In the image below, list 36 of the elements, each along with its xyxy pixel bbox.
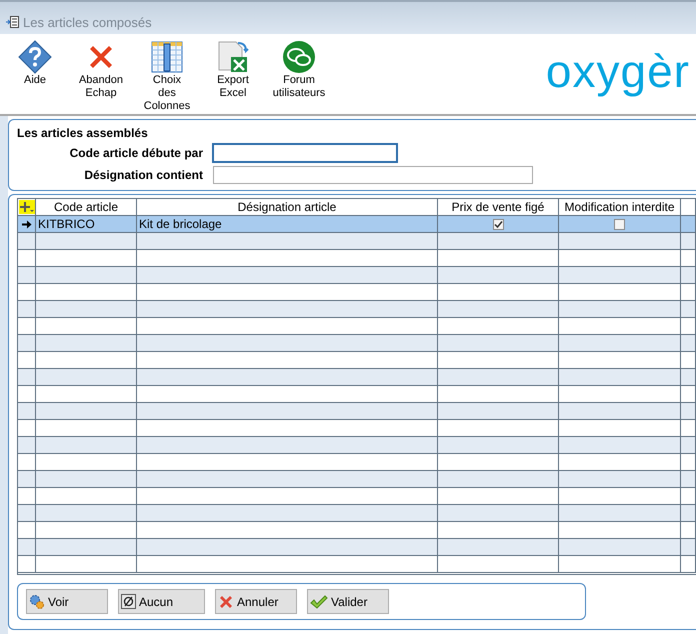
- gears-icon: [29, 594, 45, 610]
- column-header[interactable]: Prix de vente figé: [438, 199, 559, 215]
- row-pointer-icon: [22, 220, 32, 228]
- table-row[interactable]: KITBRICO Kit de bricolage: [18, 216, 696, 233]
- empty-set-icon: [121, 594, 136, 609]
- panel-title: Les articles assemblés: [17, 126, 149, 140]
- action-button[interactable]: Aucun: [118, 589, 205, 614]
- toolbar-button[interactable]: Choix des Colonnes: [140, 40, 194, 113]
- close-icon: [218, 594, 234, 610]
- logo: oxygèr: [546, 46, 690, 96]
- action-button[interactable]: Valider: [307, 589, 389, 614]
- column-header[interactable]: Modification interdite: [559, 199, 681, 215]
- action-button[interactable]: Annuler: [215, 589, 297, 614]
- help-icon: [18, 40, 52, 74]
- input-field[interactable]: [213, 166, 533, 184]
- table-cell: KITBRICO: [36, 216, 137, 232]
- column-header[interactable]: Code article: [36, 199, 137, 215]
- window-icon: [6, 16, 19, 28]
- checkbox[interactable]: [492, 218, 504, 230]
- checkbox[interactable]: [614, 218, 625, 230]
- action-button[interactable]: Voir: [26, 589, 108, 614]
- field-label: Désignation contient: [83, 168, 203, 182]
- checkmark-icon: [310, 594, 328, 610]
- toolbar-button[interactable]: Aide: [8, 40, 62, 87]
- input-field[interactable]: [213, 144, 397, 162]
- toolbar-button[interactable]: Forum utilisateurs: [272, 40, 326, 100]
- column-header[interactable]: Désignation article: [137, 199, 438, 215]
- table-columns-icon: [150, 40, 184, 74]
- field-label: Code article débute par: [68, 146, 203, 160]
- toolbar-button[interactable]: Export Excel: [206, 40, 260, 100]
- toolbar-button[interactable]: Abandon Echap: [74, 40, 128, 100]
- window-title: Les articles composés: [23, 14, 152, 30]
- export-excel-icon: [216, 40, 250, 74]
- chat-bubbles-icon: [282, 40, 316, 74]
- table-cell: Kit de bricolage: [137, 216, 438, 232]
- add-column-icon[interactable]: [18, 200, 34, 214]
